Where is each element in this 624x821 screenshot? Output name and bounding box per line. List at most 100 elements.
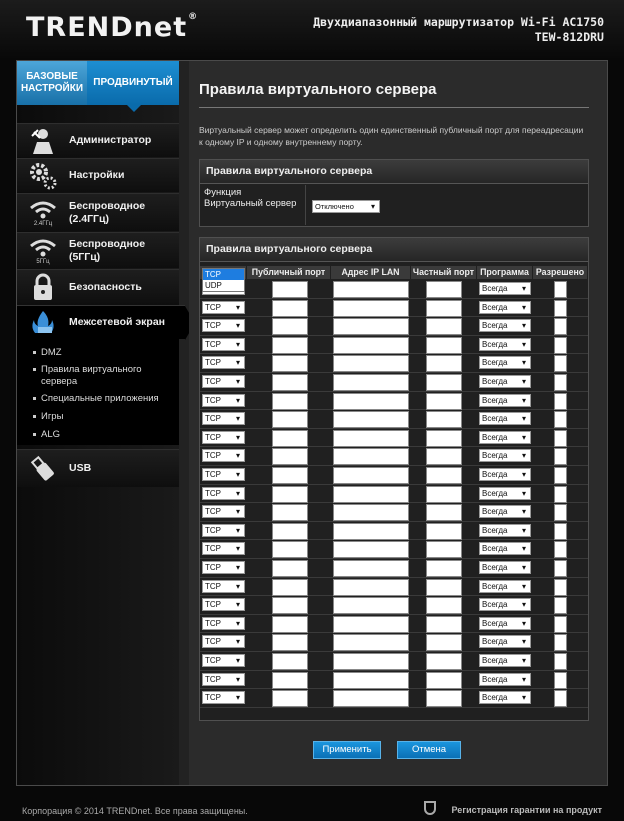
private-port-input[interactable] — [426, 653, 462, 670]
enabled-checkbox[interactable] — [554, 355, 567, 373]
sidebar-item-wireless-24[interactable]: 2.4ГГц Беспроводное (2.4ГГц) — [17, 193, 179, 231]
protocol-select[interactable]: TCP ▾ — [202, 523, 245, 537]
protocol-select[interactable]: TCP ▾ — [202, 356, 245, 370]
lan-ip-input[interactable] — [333, 653, 409, 670]
private-port-input[interactable] — [426, 578, 462, 596]
enabled-checkbox[interactable] — [554, 615, 567, 633]
public-port-input[interactable] — [272, 690, 308, 708]
public-port-input[interactable] — [272, 429, 308, 447]
protocol-select[interactable]: TCP ▾ — [202, 319, 245, 333]
lan-ip-input[interactable] — [333, 690, 409, 708]
private-port-input[interactable] — [426, 281, 462, 298]
enabled-checkbox[interactable] — [554, 485, 567, 503]
public-port-input[interactable] — [272, 560, 308, 577]
protocol-select[interactable]: TCP ▾ — [202, 393, 245, 407]
schedule-select[interactable]: Всегда ▾ — [479, 691, 531, 705]
private-port-input[interactable] — [426, 448, 462, 466]
protocol-select[interactable]: TCP ▾ — [202, 691, 245, 705]
public-port-input[interactable] — [272, 671, 308, 689]
apply-button[interactable]: Применить — [313, 741, 381, 759]
private-port-input[interactable] — [426, 485, 462, 503]
protocol-select[interactable]: TCP ▾ — [202, 579, 245, 593]
schedule-select[interactable]: Всегда ▾ — [479, 412, 531, 426]
lan-ip-input[interactable] — [333, 578, 409, 596]
enabled-checkbox[interactable] — [554, 504, 567, 522]
schedule-select[interactable]: Всегда ▾ — [479, 282, 531, 295]
private-port-input[interactable] — [426, 541, 462, 559]
protocol-select[interactable]: TCP ▾ — [202, 542, 245, 556]
public-port-input[interactable] — [272, 541, 308, 559]
enabled-checkbox[interactable] — [554, 392, 567, 410]
enabled-checkbox[interactable] — [554, 634, 567, 652]
enabled-checkbox[interactable] — [554, 448, 567, 466]
lan-ip-input[interactable] — [333, 429, 409, 447]
schedule-select[interactable]: Всегда ▾ — [479, 375, 531, 388]
protocol-option-tcp[interactable]: TCP — [203, 269, 244, 280]
public-port-input[interactable] — [272, 355, 308, 373]
enabled-checkbox[interactable] — [554, 374, 567, 391]
enabled-checkbox[interactable] — [554, 653, 567, 670]
lan-ip-input[interactable] — [333, 541, 409, 559]
schedule-select[interactable]: Всегда ▾ — [479, 672, 531, 686]
lan-ip-input[interactable] — [333, 615, 409, 633]
lan-ip-input[interactable] — [333, 522, 409, 540]
warranty-link[interactable]: Регистрация гарантии на продукт — [452, 805, 602, 815]
private-port-input[interactable] — [426, 671, 462, 689]
protocol-select[interactable]: TCP ▾ — [202, 300, 245, 314]
enabled-checkbox[interactable] — [554, 281, 567, 298]
enabled-checkbox[interactable] — [554, 411, 567, 429]
private-port-input[interactable] — [426, 299, 462, 317]
lan-ip-input[interactable] — [333, 467, 409, 484]
protocol-select[interactable]: TCP ▾ — [202, 616, 245, 630]
sidebar-item-usb[interactable]: USB — [17, 449, 179, 487]
private-port-input[interactable] — [426, 429, 462, 447]
lan-ip-input[interactable] — [333, 411, 409, 429]
sidebar-item-wireless-5[interactable]: 5ГГц Беспроводное (5ГГц) — [17, 232, 179, 268]
protocol-select[interactable]: TCP ▾ — [202, 337, 245, 351]
private-port-input[interactable] — [426, 504, 462, 522]
private-port-input[interactable] — [426, 690, 462, 708]
protocol-select[interactable]: TCP ▾ — [202, 654, 245, 667]
enabled-checkbox[interactable] — [554, 467, 567, 484]
schedule-select[interactable]: Всегда ▾ — [479, 468, 531, 481]
protocol-option-udp[interactable]: UDP — [203, 280, 244, 291]
lan-ip-input[interactable] — [333, 392, 409, 410]
schedule-select[interactable]: Всегда ▾ — [479, 393, 531, 407]
schedule-select[interactable]: Всегда ▾ — [479, 523, 531, 537]
private-port-input[interactable] — [426, 336, 462, 354]
schedule-select[interactable]: Всегда ▾ — [479, 598, 531, 612]
private-port-input[interactable] — [426, 597, 462, 615]
public-port-input[interactable] — [272, 299, 308, 317]
schedule-select[interactable]: Всегда ▾ — [479, 635, 531, 649]
public-port-input[interactable] — [272, 597, 308, 615]
schedule-select[interactable]: Всегда ▾ — [479, 486, 531, 500]
lan-ip-input[interactable] — [333, 448, 409, 466]
public-port-input[interactable] — [272, 448, 308, 466]
private-port-input[interactable] — [426, 355, 462, 373]
public-port-input[interactable] — [272, 411, 308, 429]
tab-advanced[interactable]: ПРОДВИНУТЫЙ — [87, 61, 179, 112]
public-port-input[interactable] — [272, 336, 308, 354]
protocol-select[interactable]: TCP ▾ — [202, 635, 245, 649]
schedule-select[interactable]: Всегда ▾ — [479, 337, 531, 351]
lan-ip-input[interactable] — [333, 374, 409, 391]
public-port-input[interactable] — [272, 281, 308, 298]
sidebar-item-settings[interactable]: Настройки — [17, 158, 179, 192]
schedule-select[interactable]: Всегда ▾ — [479, 319, 531, 333]
public-port-input[interactable] — [272, 634, 308, 652]
protocol-select[interactable]: TCP ▾ — [202, 468, 245, 481]
public-port-input[interactable] — [272, 467, 308, 484]
private-port-input[interactable] — [426, 560, 462, 577]
submenu-virtual-server[interactable]: Правила виртуального сервера — [33, 364, 161, 388]
public-port-input[interactable] — [272, 615, 308, 633]
lan-ip-input[interactable] — [333, 671, 409, 689]
protocol-select[interactable]: TCP ▾ — [202, 430, 245, 444]
public-port-input[interactable] — [272, 653, 308, 670]
enabled-checkbox[interactable] — [554, 429, 567, 447]
lan-ip-input[interactable] — [333, 634, 409, 652]
protocol-select[interactable]: TCP ▾ — [202, 375, 245, 388]
schedule-select[interactable]: Всегда ▾ — [479, 356, 531, 370]
submenu-dmz[interactable]: DMZ — [33, 347, 62, 359]
lan-ip-input[interactable] — [333, 504, 409, 522]
enabled-checkbox[interactable] — [554, 299, 567, 317]
